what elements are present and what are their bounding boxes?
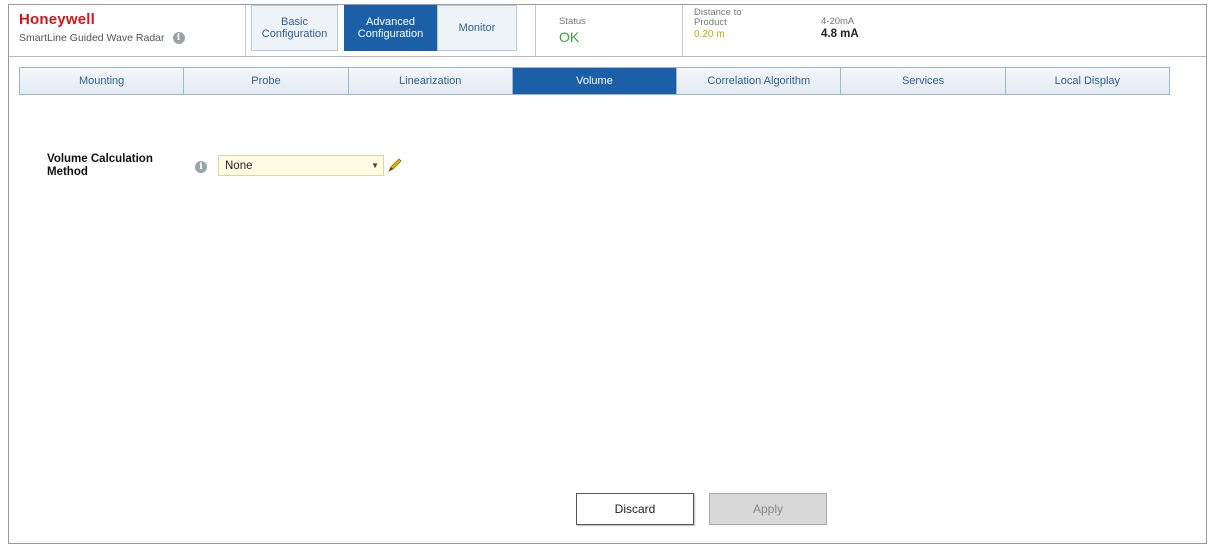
- subtab-local-display[interactable]: Local Display: [1005, 68, 1169, 94]
- sub-tab-bar: Mounting Probe Linearization Volume Corr…: [19, 67, 1170, 95]
- brand-block: Honeywell SmartLine Guided Wave Radar i: [19, 11, 239, 44]
- subtab-linearization[interactable]: Linearization: [348, 68, 513, 94]
- product-name-row: SmartLine Guided Wave Radar i: [19, 32, 239, 44]
- tab-label: Advanced Configuration: [357, 16, 424, 40]
- status-panel: Status OK: [559, 16, 586, 46]
- distance-value: 0.20 m: [694, 29, 725, 40]
- divider: [245, 5, 246, 56]
- product-name: SmartLine Guided Wave Radar: [19, 32, 165, 44]
- subtab-probe[interactable]: Probe: [184, 68, 349, 94]
- pencil-edit-icon[interactable]: [386, 156, 404, 174]
- tab-monitor[interactable]: Monitor: [437, 5, 517, 51]
- distance-panel: Distance to Product 0.20 m: [694, 7, 742, 41]
- volume-method-label: Volume Calculation Method: [47, 153, 153, 178]
- volume-method-select[interactable]: None ▼: [218, 155, 384, 176]
- volume-method-value: None: [225, 159, 253, 172]
- discard-button[interactable]: Discard: [576, 493, 694, 525]
- current-value: 4.8 mA: [821, 28, 859, 40]
- brand-logo: Honeywell: [19, 11, 95, 28]
- apply-button[interactable]: Apply: [709, 493, 827, 525]
- subtab-correlation-algorithm[interactable]: Correlation Algorithm: [677, 68, 842, 94]
- divider: [682, 5, 683, 56]
- header-bar: Honeywell SmartLine Guided Wave Radar i …: [9, 5, 1206, 57]
- divider: [535, 5, 536, 56]
- app-frame: Honeywell SmartLine Guided Wave Radar i …: [8, 4, 1207, 544]
- subtab-volume[interactable]: Volume: [512, 68, 678, 94]
- subtab-services[interactable]: Services: [841, 68, 1006, 94]
- info-icon[interactable]: i: [172, 32, 185, 44]
- tab-advanced-configuration[interactable]: Advanced Configuration: [344, 5, 437, 51]
- tab-label: Monitor: [458, 22, 496, 34]
- tab-label: Basic Configuration: [261, 16, 328, 40]
- status-value: OK: [559, 29, 580, 45]
- current-label: 4-20mA: [821, 16, 855, 27]
- current-panel: 4-20mA 4.8 mA: [821, 16, 859, 41]
- dropdown-arrow-icon: ▼: [371, 161, 379, 170]
- tab-basic-configuration[interactable]: Basic Configuration: [251, 5, 338, 51]
- distance-label: Distance to Product: [694, 7, 742, 28]
- status-label: Status: [559, 16, 586, 27]
- subtab-mounting[interactable]: Mounting: [20, 68, 185, 94]
- volume-method-info-icon[interactable]: i: [195, 161, 207, 173]
